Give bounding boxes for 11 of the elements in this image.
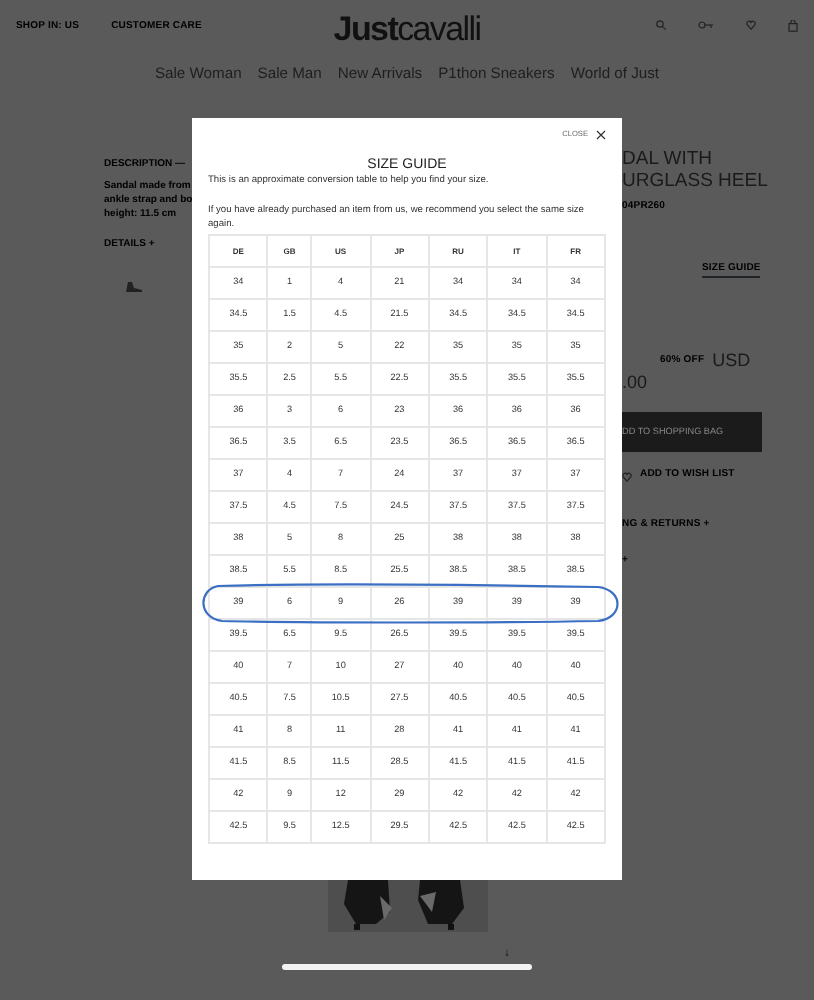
search-icon[interactable] <box>656 20 666 30</box>
key-icon[interactable] <box>698 20 714 30</box>
product-title: DAL WITH URGLASS HEEL <box>622 148 770 192</box>
currency: USD <box>712 351 751 369</box>
shoe-thumbnail-icon[interactable] <box>124 280 144 294</box>
heart-icon[interactable] <box>746 20 756 30</box>
heart-icon[interactable] <box>622 471 632 482</box>
bag-icon[interactable] <box>788 20 798 32</box>
close-icon[interactable] <box>596 130 606 141</box>
price: .00 <box>622 373 650 391</box>
logo[interactable]: Justcavalli <box>316 12 498 46</box>
